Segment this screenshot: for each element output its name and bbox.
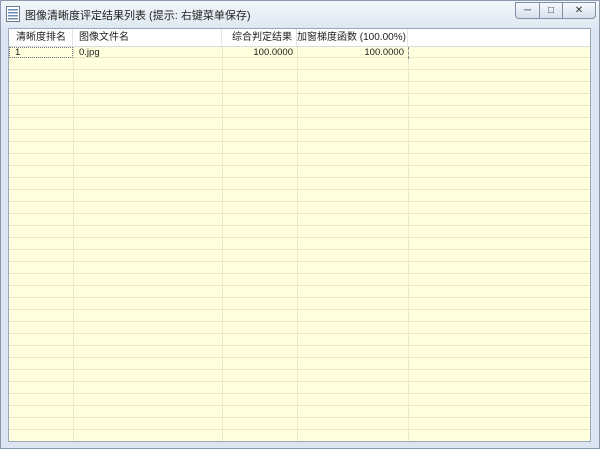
column-divider <box>297 46 298 441</box>
close-icon: ✕ <box>574 5 584 16</box>
table-row[interactable]: 1 0.jpg 100.0000 100.0000 <box>9 47 408 58</box>
column-header-rank[interactable]: 清晰度排名 <box>9 29 73 46</box>
list-document-icon <box>6 6 20 22</box>
maximize-icon: □ <box>547 5 555 16</box>
cell-file-name: 0.jpg <box>79 47 100 58</box>
title-bar[interactable]: 图像清晰度评定结果列表 (提示: 右键菜单保存) ─ □ ✕ <box>1 1 599 27</box>
column-divider <box>222 46 223 441</box>
close-button[interactable]: ✕ <box>562 2 596 19</box>
cell-rank: 1 <box>9 47 73 58</box>
column-header: 清晰度排名 图像文件名 综合判定结果 加窗梯度函数 (100.00%) <box>9 29 590 47</box>
column-header-result[interactable]: 综合判定结果 <box>222 29 297 46</box>
minimize-button[interactable]: ─ <box>515 2 540 19</box>
cell-result: 100.0000 <box>253 47 293 58</box>
column-divider <box>73 46 74 441</box>
list-row-lines <box>9 46 590 441</box>
cell-gradient: 100.0000 <box>364 47 404 58</box>
row-focus-edge <box>407 47 409 59</box>
minimize-icon: ─ <box>523 5 532 16</box>
window-title: 图像清晰度评定结果列表 (提示: 右键菜单保存) <box>25 10 251 22</box>
result-list-window: 图像清晰度评定结果列表 (提示: 右键菜单保存) ─ □ ✕ 清晰度排名 图像文… <box>0 0 600 449</box>
column-header-file-name[interactable]: 图像文件名 <box>73 29 222 46</box>
maximize-button[interactable]: □ <box>539 2 563 19</box>
results-list-view[interactable]: 清晰度排名 图像文件名 综合判定结果 加窗梯度函数 (100.00%) 1 0.… <box>8 28 591 442</box>
column-divider <box>408 46 409 441</box>
column-header-gradient[interactable]: 加窗梯度函数 (100.00%) <box>297 29 408 46</box>
